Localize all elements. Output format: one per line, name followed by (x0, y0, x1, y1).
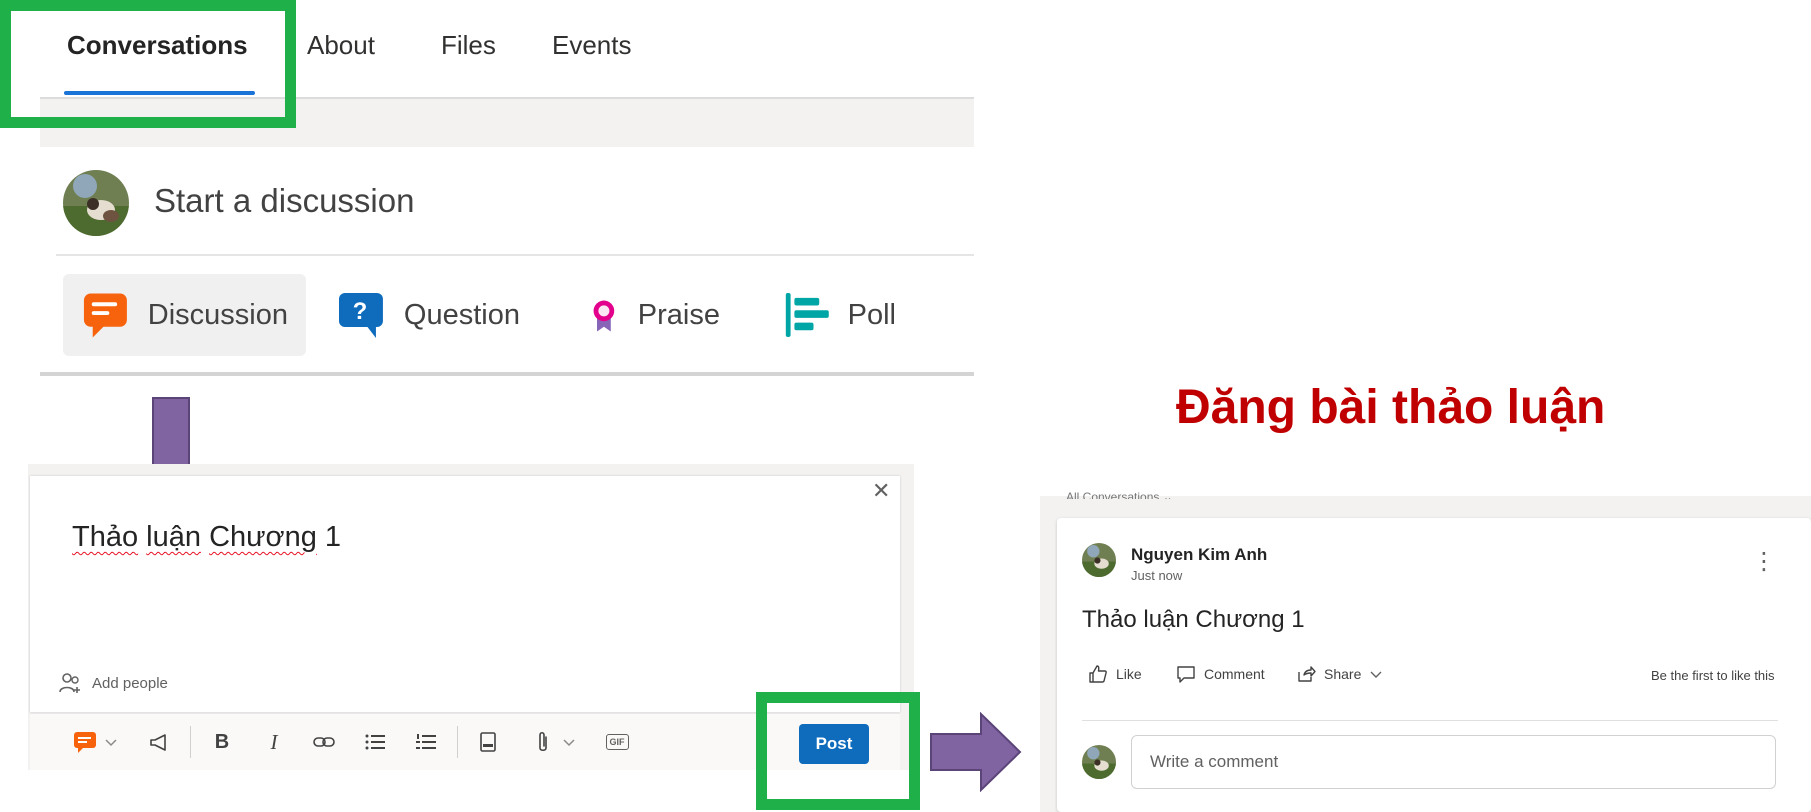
close-icon[interactable]: ✕ (872, 478, 890, 504)
like-status: Be the first to like this (1651, 668, 1775, 683)
discussion-icon (74, 732, 96, 753)
post-type-praise[interactable]: Praise (568, 274, 738, 356)
post-type-dropdown[interactable] (68, 726, 122, 758)
avatar (1082, 745, 1116, 779)
bulleted-list-icon (365, 734, 385, 750)
conversation-filter[interactable]: All Conversations ⌄ (1066, 487, 1173, 499)
praise-badge-icon (593, 300, 615, 332)
add-people-icon (59, 673, 80, 693)
post-type-label: Praise (637, 298, 720, 331)
comment-input[interactable] (1131, 735, 1776, 789)
book-button[interactable] (472, 726, 504, 758)
numbered-list-button[interactable] (410, 726, 442, 758)
share-label: Share (1324, 666, 1362, 682)
italic-button[interactable]: I (258, 726, 290, 758)
toolbar-separator (457, 726, 458, 758)
post-divider (1082, 720, 1778, 721)
post-button-highlight (756, 692, 920, 810)
like-label: Like (1116, 666, 1142, 682)
toolbar-separator (190, 726, 191, 758)
gif-button[interactable]: GIF (603, 726, 631, 758)
share-button[interactable]: Share (1296, 664, 1383, 684)
paperclip-icon (539, 731, 547, 752)
tab-events[interactable]: Events (552, 30, 632, 61)
post-timestamp: Just now (1131, 568, 1183, 583)
attach-dropdown[interactable] (528, 726, 580, 758)
editor-space (138, 521, 146, 553)
avatar[interactable] (1082, 543, 1116, 577)
post-body: Thảo luận Chương 1 (1082, 606, 1305, 633)
more-options-icon[interactable]: ⋮ (1752, 550, 1776, 574)
chevron-down-icon (105, 739, 117, 747)
question-icon: ? (338, 293, 383, 338)
post-author[interactable]: Nguyen Kim Anh (1131, 545, 1267, 565)
post-type-poll[interactable]: Poll (764, 274, 914, 356)
megaphone-icon (150, 734, 166, 751)
add-people-label: Add people (92, 674, 168, 692)
gif-label: GIF (605, 734, 629, 750)
like-button[interactable]: Like (1088, 664, 1142, 684)
start-discussion-prompt[interactable]: Start a discussion (154, 182, 414, 220)
comment-label: Comment (1204, 666, 1265, 682)
right-arrow-annotation (930, 712, 1022, 792)
share-icon (1298, 666, 1316, 682)
numbered-list-icon (416, 734, 436, 749)
filter-label: All Conversations (1066, 490, 1160, 499)
tab-files[interactable]: Files (441, 30, 496, 61)
post-type-label: Question (403, 298, 520, 331)
post-type-discussion[interactable]: Discussion (63, 274, 306, 356)
avatar (63, 170, 129, 236)
post-type-label: Poll (847, 298, 896, 331)
discussion-icon (83, 293, 127, 338)
poll-icon (785, 293, 829, 337)
editor-space (201, 521, 209, 553)
tab-about[interactable]: About (307, 30, 375, 61)
editor-word: luận (146, 521, 201, 553)
bold-button[interactable]: B (206, 726, 238, 758)
composer-divider (56, 254, 974, 256)
conversations-tab-highlight (0, 0, 296, 128)
editor-word: Thảo (72, 521, 139, 553)
post-type-label: Discussion (147, 298, 288, 331)
comment-icon (1177, 666, 1195, 683)
post-type-question[interactable]: ? Question (318, 274, 538, 356)
link-button[interactable] (308, 726, 340, 758)
book-icon (480, 732, 496, 752)
editor-word: Chương (209, 521, 317, 553)
comment-button[interactable]: Comment (1176, 664, 1265, 684)
annotation-heading: Đăng bài thảo luận (1176, 381, 1606, 434)
announcement-button[interactable] (144, 726, 176, 758)
svg-text:?: ? (353, 298, 368, 325)
editor-message-text[interactable]: Thảo luận Chương 1 (72, 521, 341, 554)
chevron-down-icon (563, 739, 575, 747)
bulleted-list-button[interactable] (359, 726, 391, 758)
chevron-down-icon (1370, 671, 1382, 678)
link-icon (313, 737, 335, 747)
add-people-button[interactable]: Add people (58, 671, 168, 695)
thumbs-up-icon (1089, 665, 1107, 683)
editor-word: 1 (316, 521, 342, 553)
card-bottom-edge (40, 372, 974, 376)
